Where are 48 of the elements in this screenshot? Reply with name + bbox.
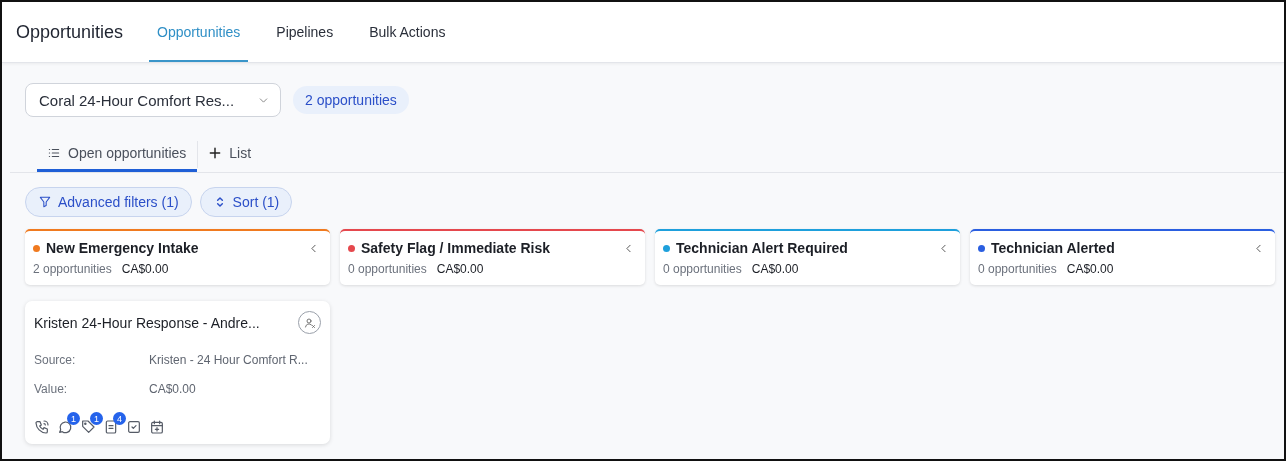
filter-icon <box>38 195 52 209</box>
view-tab[interactable]: List <box>198 137 263 172</box>
tag-icon <box>80 419 96 435</box>
stage-name: Technician Alerted <box>991 240 1116 256</box>
action-button[interactable] <box>149 419 165 435</box>
sort-button[interactable]: Sort (1) <box>199 187 293 217</box>
stage-count: 0 opportunities <box>348 262 427 276</box>
count-badge: 1 <box>67 412 80 425</box>
nav-tab[interactable]: Pipelines <box>268 4 342 62</box>
stage-value: CA$0.00 <box>751 262 799 276</box>
list-icon <box>47 146 61 160</box>
action-button[interactable] <box>57 419 73 435</box>
nav-tab[interactable]: Bulk Actions <box>361 4 454 62</box>
calendar-icon <box>149 419 165 435</box>
phone-icon <box>34 419 50 435</box>
stage-name: Technician Alert Required <box>676 240 849 256</box>
card-title: Kristen 24-Hour Response - Andre... <box>34 314 260 331</box>
field-value: CA$0.00 <box>149 382 197 396</box>
stage-value: CA$0.00 <box>436 262 484 276</box>
stage-count: 2 opportunities <box>33 262 112 276</box>
opportunity-card[interactable]: Kristen 24-Hour Response - Andre... Source: Kristen - 24 Hour Comfort R... Value: CA$0.00 1 1 4 <box>25 301 330 444</box>
action-button[interactable] <box>80 419 96 435</box>
note-icon <box>103 419 119 435</box>
chat-icon <box>57 419 73 435</box>
stage-name: Safety Flag / Immediate Risk <box>361 240 552 256</box>
stage-name: New Emergency Intake <box>46 240 200 256</box>
action-button[interactable] <box>103 419 119 435</box>
count-badge: 2 opportunities <box>293 86 409 114</box>
assign-owner-button[interactable] <box>298 311 321 334</box>
field-label: Value: <box>34 382 69 396</box>
stage-count: 0 opportunities <box>978 262 1057 276</box>
field-label: Source: <box>34 353 77 367</box>
view-tab[interactable]: Open opportunities <box>37 137 198 172</box>
count-badge: 1 <box>90 412 103 425</box>
stage-count: 0 opportunities <box>663 262 742 276</box>
nav-tab[interactable]: Opportunities <box>149 4 249 62</box>
stage-value: CA$0.00 <box>121 262 169 276</box>
count-badge: 4 <box>113 412 126 425</box>
filter-button[interactable]: Advanced filters (1) <box>25 187 192 217</box>
stage-value: CA$0.00 <box>1066 262 1114 276</box>
checkbox-icon <box>126 419 142 435</box>
person-icon <box>303 316 316 329</box>
pipeline-select[interactable]: Coral 24-Hour Comfort Res... <box>25 83 281 117</box>
plus-icon <box>208 146 223 160</box>
field-value: Kristen - 24 Hour Comfort R... <box>149 353 309 367</box>
action-button[interactable] <box>126 419 142 435</box>
action-button[interactable] <box>34 419 50 435</box>
page-title: Opportunities <box>16 20 124 44</box>
